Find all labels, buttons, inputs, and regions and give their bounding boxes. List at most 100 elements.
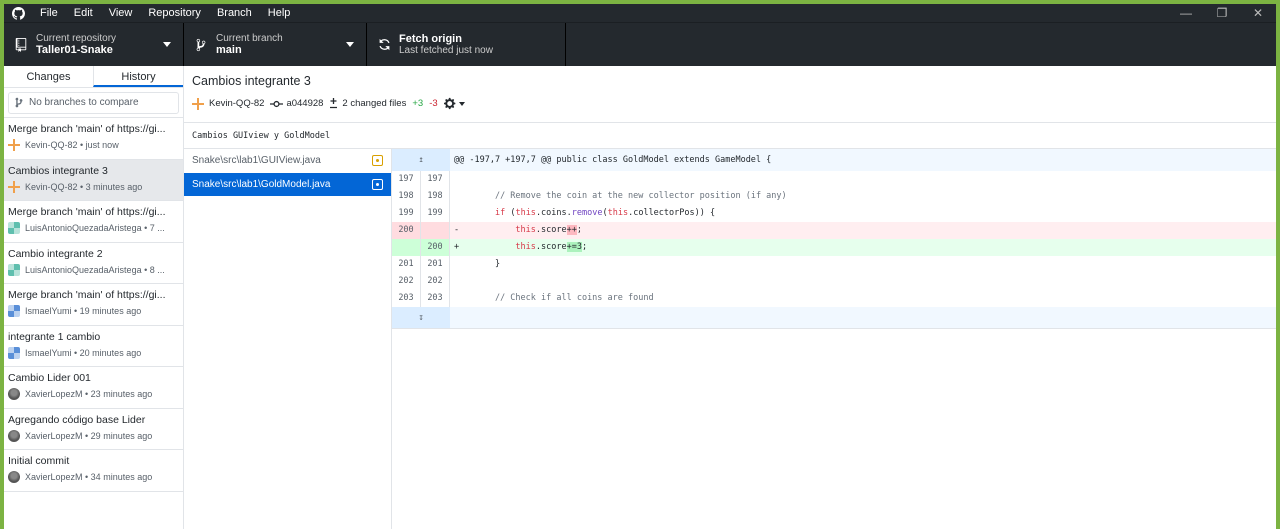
commit-author: Kevin-QQ-82 bbox=[209, 98, 265, 109]
avatar bbox=[8, 263, 20, 276]
avatar bbox=[8, 429, 20, 442]
new-line-number: 203 bbox=[421, 290, 450, 307]
commit-meta: LuisAntonioQuezadaAristega • 7 ... bbox=[25, 223, 165, 233]
avatar bbox=[8, 222, 20, 234]
diff-line: 199 199 if (this.coins.remove(this.colle… bbox=[392, 205, 1276, 222]
avatar bbox=[8, 471, 20, 483]
toolbar: Current repository Taller01-Snake Curren… bbox=[4, 22, 1276, 66]
new-line-number: 198 bbox=[421, 188, 450, 205]
diff-line: 203 203 // Check if all coins are found bbox=[392, 290, 1276, 307]
commit-item[interactable]: Merge branch 'main' of https://gi... Lui… bbox=[4, 201, 183, 243]
main-area: Changes History No branches to compare M… bbox=[4, 66, 1276, 529]
code-token: this bbox=[607, 208, 629, 218]
code-line: if (this.coins.remove(this.collectorPos)… bbox=[450, 205, 1276, 222]
branch-label: Current branch bbox=[216, 33, 283, 44]
commit-meta: IsmaelYumi • 20 minutes ago bbox=[25, 347, 142, 358]
commit-details: Cambios integrante 3 Kevin-QQ-82 a044928… bbox=[184, 66, 1276, 529]
chevron-down-icon bbox=[163, 42, 171, 47]
menu-branch[interactable]: Branch bbox=[209, 4, 260, 22]
commit-title: Cambios integrante 3 bbox=[8, 164, 108, 177]
file-item-selected[interactable]: Snake\src\lab1\GoldModel.java bbox=[184, 173, 391, 197]
commit-item[interactable]: Cambio integrante 2 LuisAntonioQuezadaAr… bbox=[4, 243, 183, 284]
close-icon[interactable]: ✕ bbox=[1240, 4, 1276, 22]
commit-icon bbox=[270, 100, 284, 107]
tab-history[interactable]: History bbox=[93, 66, 183, 87]
repo-label: Current repository bbox=[36, 33, 117, 44]
code-token: ; bbox=[581, 242, 588, 252]
commit-item[interactable]: Initial commit XavierLopezM • 34 minutes… bbox=[4, 450, 183, 492]
current-repository-button[interactable]: Current repository Taller01-Snake bbox=[4, 23, 184, 66]
current-branch-button[interactable]: Current branch main bbox=[184, 23, 367, 66]
menu-repository[interactable]: Repository bbox=[140, 4, 209, 22]
avatar bbox=[8, 139, 20, 151]
commit-item[interactable]: integrante 1 cambio IsmaelYumi • 20 minu… bbox=[4, 326, 183, 367]
gear-icon bbox=[443, 97, 456, 110]
commit-meta: Kevin-QQ-82 • 3 minutes ago bbox=[25, 181, 143, 192]
tab-changes[interactable]: Changes bbox=[4, 66, 93, 87]
commit-description: Cambios GUIview y GoldModel bbox=[184, 123, 1276, 149]
avatar bbox=[192, 97, 204, 110]
commit-item-selected[interactable]: Cambios integrante 3 Kevin-QQ-82 • 3 min… bbox=[4, 159, 183, 201]
expand-up-icon[interactable]: ↥ bbox=[392, 149, 450, 171]
hunk-header-text: @@ -197,7 +197,7 @@ public class GoldMod… bbox=[454, 155, 772, 165]
commit-meta: XavierLopezM • 23 minutes ago bbox=[25, 389, 153, 399]
branch-icon bbox=[15, 97, 23, 108]
fetch-origin-button[interactable]: Fetch origin Last fetched just now bbox=[367, 23, 566, 66]
file-path: Snake\src\lab1\GUIView.java bbox=[192, 155, 321, 166]
avatar bbox=[8, 180, 20, 193]
code-line: } bbox=[450, 256, 1276, 273]
new-line-number: 197 bbox=[421, 171, 450, 188]
additions-count: +3 bbox=[412, 98, 424, 109]
menu-view[interactable]: View bbox=[101, 4, 141, 22]
commit-title: Merge branch 'main' of https://gi... bbox=[8, 289, 166, 301]
diff-body: Snake\src\lab1\GUIView.java Snake\src\la… bbox=[184, 149, 1276, 529]
commit-summary: Cambios integrante 3 bbox=[192, 74, 311, 88]
fetch-status: Last fetched just now bbox=[399, 45, 493, 56]
code-line: + this.score+=3; bbox=[450, 239, 1276, 256]
menu-bar: File Edit View Repository Branch Help bbox=[32, 4, 298, 22]
diff-line: 197 197 bbox=[392, 171, 1276, 188]
diff-sign: - bbox=[454, 225, 460, 235]
file-item[interactable]: Snake\src\lab1\GUIView.java bbox=[184, 149, 391, 173]
old-line-number bbox=[392, 239, 421, 256]
code-token: ; bbox=[576, 225, 582, 235]
code-token: } bbox=[494, 259, 501, 269]
diff-settings-button[interactable] bbox=[443, 97, 465, 110]
title-bar: File Edit View Repository Branch Help — … bbox=[4, 4, 1276, 22]
commit-sha[interactable]: a044928 bbox=[286, 98, 323, 109]
window-controls: — ❐ ✕ bbox=[1168, 4, 1276, 22]
avatar bbox=[8, 346, 20, 359]
fetch-label: Fetch origin bbox=[399, 33, 462, 45]
commit-header: Cambios integrante 3 Kevin-QQ-82 a044928… bbox=[184, 66, 1276, 123]
changed-files-list: Snake\src\lab1\GUIView.java Snake\src\la… bbox=[184, 149, 392, 529]
diff-view: ↥ @@ -197,7 +197,7 @@ public class GoldM… bbox=[392, 149, 1276, 529]
code-token: remove bbox=[571, 208, 603, 218]
files-changed-count: 2 changed files bbox=[342, 98, 407, 109]
old-line-number: 198 bbox=[392, 188, 421, 205]
minimize-icon[interactable]: — bbox=[1168, 4, 1204, 22]
commit-item[interactable]: Agregando código base Lider XavierLopezM… bbox=[4, 409, 183, 450]
menu-help[interactable]: Help bbox=[260, 4, 299, 22]
commit-meta: Kevin-QQ-82 • just now bbox=[25, 140, 119, 150]
code-token: this bbox=[515, 225, 536, 235]
commit-item[interactable]: Merge branch 'main' of https://gi... Kev… bbox=[4, 118, 183, 160]
diff-line: 198 198 // Remove the coin at the new co… bbox=[392, 188, 1276, 205]
code-token: ( bbox=[505, 208, 516, 218]
branch-compare: No branches to compare bbox=[4, 88, 183, 118]
restore-icon[interactable]: ❐ bbox=[1204, 4, 1240, 22]
code-token: this bbox=[515, 208, 536, 218]
deleted-line: 200 - this.score++; bbox=[392, 222, 1276, 239]
commit-item[interactable]: Cambio Lider 001 XavierLopezM • 23 minut… bbox=[4, 367, 183, 409]
sync-icon bbox=[375, 38, 393, 51]
branch-compare-input[interactable]: No branches to compare bbox=[8, 91, 179, 114]
expand-down-icon[interactable]: ↧ bbox=[392, 307, 450, 328]
old-line-number: 201 bbox=[392, 256, 421, 273]
commit-meta-bar: Kevin-QQ-82 a044928 2 changed files +3 -… bbox=[192, 97, 1268, 110]
menu-file[interactable]: File bbox=[32, 4, 66, 22]
old-line-number: 202 bbox=[392, 273, 421, 290]
commit-item[interactable]: Merge branch 'main' of https://gi... Ism… bbox=[4, 284, 183, 326]
old-line-number: 199 bbox=[392, 205, 421, 222]
file-path: Snake\src\lab1\GoldModel.java bbox=[192, 179, 331, 190]
menu-edit[interactable]: Edit bbox=[66, 4, 101, 22]
